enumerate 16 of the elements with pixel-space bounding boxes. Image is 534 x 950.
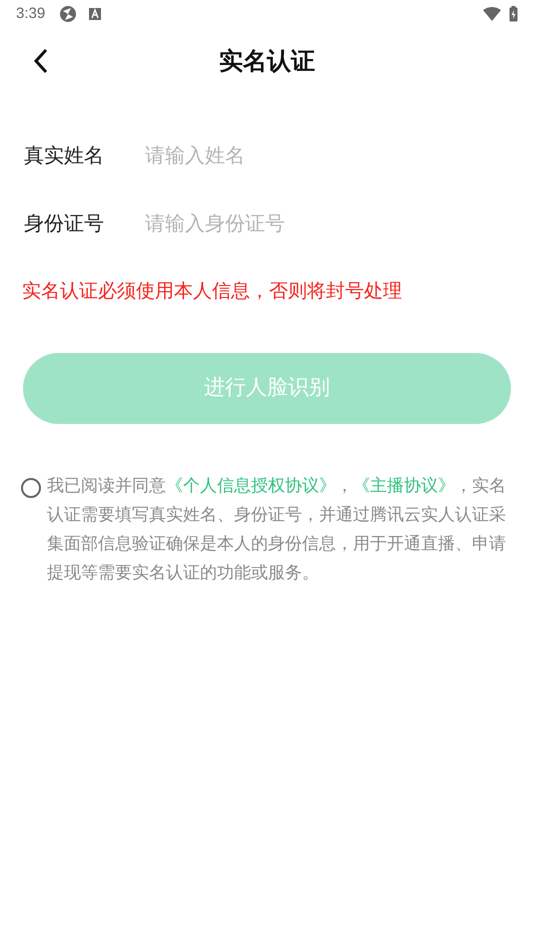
field-label: 身份证号	[24, 212, 105, 237]
agreement-link[interactable]: 《个人信息授权协议》	[166, 476, 336, 494]
warning-text: 实名认证必须使用本人信息，否则将封号处理	[21, 280, 403, 304]
input-field[interactable]: 请输入身份证号	[145, 209, 510, 239]
input-field[interactable]: 请输入姓名	[145, 141, 510, 171]
agreement-checkbox[interactable]	[21, 478, 41, 498]
wifi-icon	[483, 7, 501, 21]
sync-icon	[59, 5, 78, 23]
page-title: 实名认证	[219, 47, 315, 77]
battery-icon	[509, 6, 518, 22]
status-time: 3:39	[16, 4, 46, 24]
field-label: 真实姓名	[24, 144, 105, 169]
keyboard-icon	[89, 8, 102, 20]
agreement-text: 我已阅读并同意《个人信息授权协议》，《主播协议》，实名认证需要填写真实姓名、身份证号，并通过腾讯云实人认证采集面部信息验证确保是本人的身份信息，用于开通直播、申请提现等需要实名认证的功能或服务。	[47, 474, 507, 584]
back-icon	[33, 48, 49, 74]
agreement-link[interactable]: 《主播协议》	[353, 476, 455, 494]
